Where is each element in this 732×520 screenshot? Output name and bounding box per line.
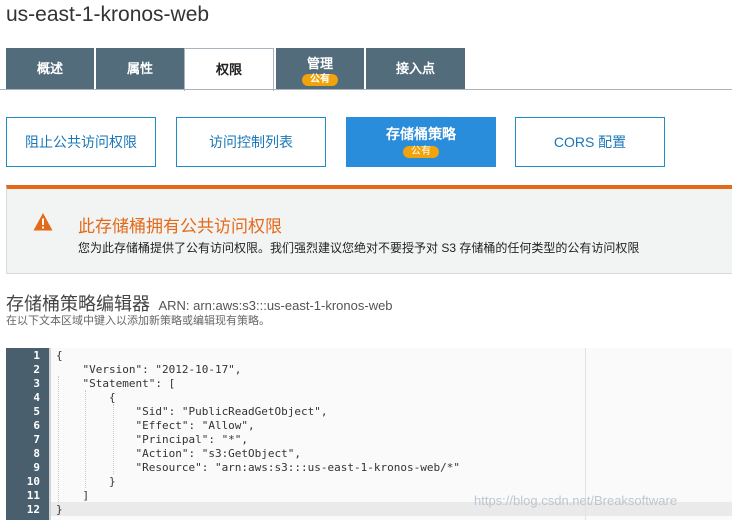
line-number-gutter: 1 2 3 4 5 6 7 8 9 10 11 12 (6, 348, 49, 520)
tab-label: 接入点 (395, 61, 435, 76)
subtab-acl[interactable]: 访问控制列表 (176, 117, 326, 167)
subtab-label: 存储桶策略 (386, 126, 456, 142)
subtab-block-public-access[interactable]: 阻止公共访问权限 (6, 117, 156, 167)
code-line: ] (56, 489, 90, 502)
editor-title: 存储桶策略编辑器 (6, 294, 150, 314)
bucket-arn: ARN: arn:aws:s3:::us-east-1-kronos-web (158, 298, 393, 313)
line-number: 11 (26, 489, 40, 502)
subtab-label: 阻止公共访问权限 (25, 134, 137, 150)
public-badge: 公有 (302, 74, 338, 86)
tab-label: 概述 (36, 61, 63, 76)
line-number: 5 (33, 405, 40, 418)
line-number: 4 (33, 391, 40, 404)
line-number: 8 (33, 447, 40, 460)
line-number: 2 (33, 363, 40, 376)
tab-bar: 概述 属性 权限 管理 公有 接入点 (6, 48, 732, 91)
public-access-alert: 此存储桶拥有公共访问权限 您为此存储桶提供了公有访问权限。我们强烈建议您绝对不要… (6, 185, 732, 274)
code-line: { (56, 349, 63, 362)
editor-hint: 在以下文本区域中键入以添加新策略或编辑现有策略。 (6, 315, 270, 327)
line-number: 12 (26, 503, 40, 516)
code-line: "Resource": "arn:aws:s3:::us-east-1-kron… (56, 461, 460, 474)
code-line: "Principal": "*", (56, 433, 249, 446)
watermark: https://blog.csdn.net/Breaksoftware (474, 493, 678, 508)
line-number: 6 (33, 419, 40, 432)
line-number: 9 (33, 461, 40, 474)
code-line: { (56, 391, 116, 404)
code-line: "Effect": "Allow", (56, 419, 255, 432)
code-line: "Statement": [ (56, 377, 176, 390)
line-number: 3 (33, 377, 40, 390)
line-number: 10 (26, 475, 40, 488)
bucket-title: us-east-1-kronos-web (6, 3, 210, 26)
tab-label: 管理 (306, 56, 333, 71)
tab-divider (0, 89, 732, 90)
tab-label: 属性 (126, 61, 153, 76)
code-line: "Version": "2012-10-17", (56, 363, 242, 376)
subtab-label: CORS 配置 (553, 134, 627, 150)
tab-properties[interactable]: 属性 (96, 48, 184, 90)
code-line: "Sid": "PublicReadGetObject", (56, 405, 328, 418)
tab-access-points[interactable]: 接入点 (366, 48, 465, 90)
code-line: } (56, 503, 63, 516)
public-badge: 公有 (403, 146, 439, 158)
code-line: "Action": "s3:GetObject", (56, 447, 302, 460)
tab-management[interactable]: 管理 公有 (276, 48, 364, 90)
alert-title: 此存储桶拥有公共访问权限 (78, 217, 282, 236)
warning-icon (33, 213, 53, 231)
tab-overview[interactable]: 概述 (6, 48, 94, 90)
gutter-separator (49, 348, 51, 520)
alert-body: 您为此存储桶提供了公有访问权限。我们强烈建议您绝对不要授予对 S3 存储桶的任何… (78, 241, 640, 255)
tab-permissions[interactable]: 权限 (184, 48, 274, 91)
code-line: } (56, 475, 116, 488)
line-number: 7 (33, 433, 40, 446)
tab-label: 权限 (215, 62, 242, 77)
subtab-cors[interactable]: CORS 配置 (515, 117, 665, 167)
subtab-bucket-policy[interactable]: 存储桶策略 公有 (346, 117, 496, 167)
line-number: 1 (33, 349, 40, 362)
subtab-label: 访问控制列表 (209, 134, 293, 150)
